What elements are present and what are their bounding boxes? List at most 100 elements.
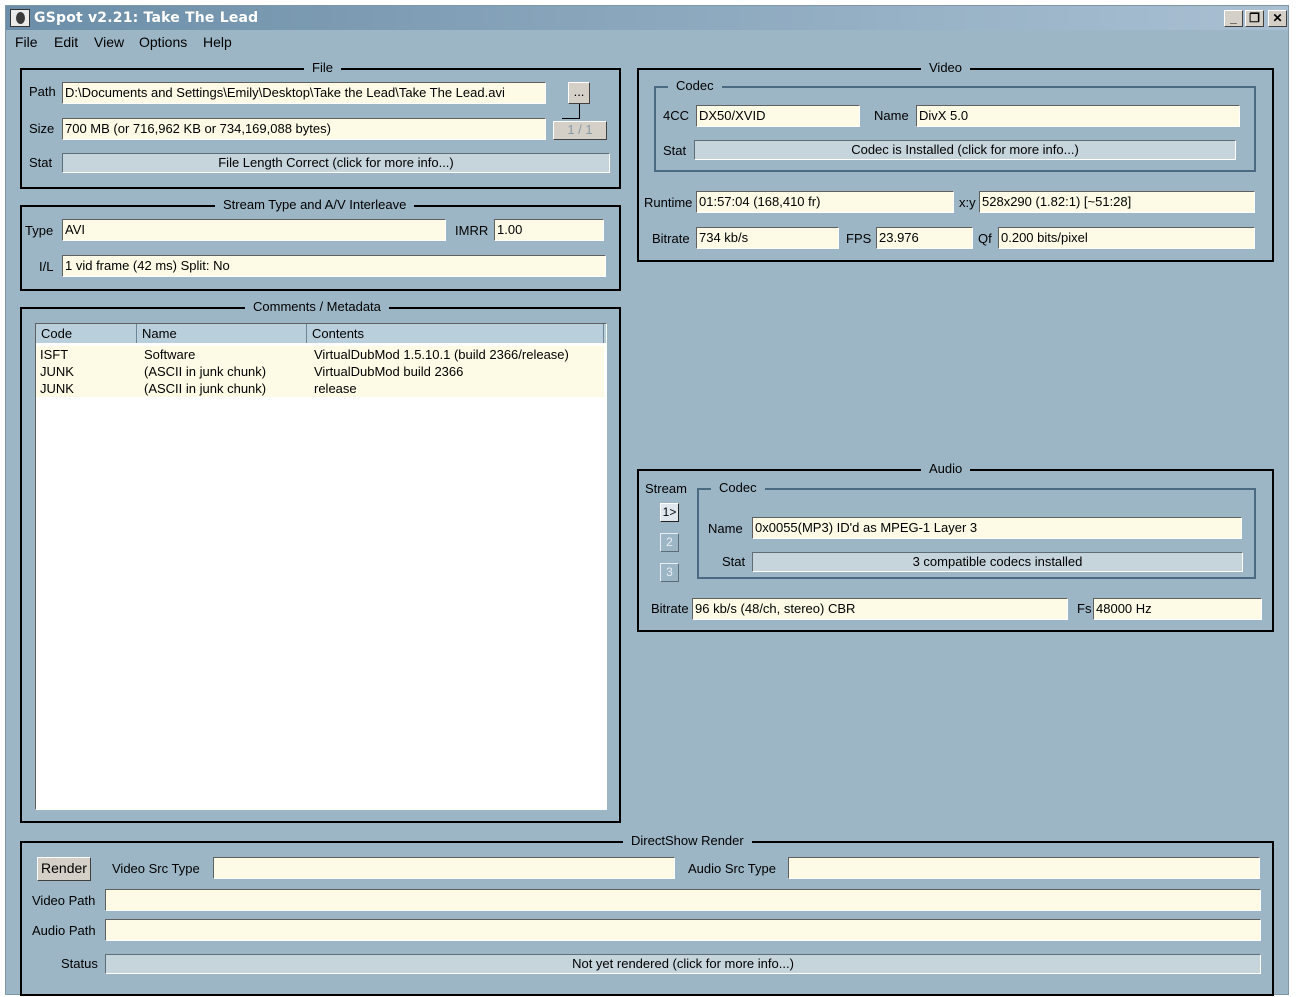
il-label: I/L (39, 259, 54, 274)
fs-label: Fs (1077, 601, 1092, 616)
runtime-label: Runtime (644, 195, 693, 210)
audio-stat-label: Stat (722, 554, 746, 569)
list-header: Code Name Contents (36, 324, 606, 343)
cell-code: JUNK (40, 381, 74, 396)
render-status-button[interactable]: Not yet rendered (click for more info...… (105, 954, 1261, 974)
il-field[interactable]: 1 vid frame (42 ms) Split: No (62, 255, 606, 277)
xy-field[interactable]: 528x290 (1.82:1) [~51:28] (979, 191, 1255, 213)
audio-bitrate-field[interactable]: 96 kb/s (48/ch, stereo) CBR (692, 598, 1068, 620)
column-contents[interactable]: Contents (307, 324, 604, 343)
video-codec-legend: Codec (668, 78, 722, 93)
cell-name: (ASCII in junk chunk) (144, 364, 267, 379)
fps-field[interactable]: 23.976 (876, 227, 973, 249)
type-label: Type (25, 223, 54, 238)
title-bar[interactable]: GSpot v2.21: Take The Lead _ ❐ ✕ (6, 6, 1288, 30)
cell-contents: VirtualDubMod build 2366 (314, 364, 464, 379)
restore-button[interactable]: ❐ (1245, 10, 1264, 27)
cell-contents: release (314, 381, 357, 396)
audio-name-label: Name (708, 521, 743, 536)
comments-group: Comments / Metadata Code Name Contents I… (20, 299, 621, 823)
comments-legend: Comments / Metadata (245, 299, 389, 314)
menu-edit[interactable]: Edit (54, 34, 78, 50)
audio-codec-group: Codec Name 0x0055(MP3) ID'd as MPEG-1 La… (697, 480, 1256, 579)
file-stat-button[interactable]: File Length Correct (click for more info… (62, 153, 610, 173)
size-field[interactable]: 700 MB (or 716,962 KB or 734,169,088 byt… (62, 118, 546, 140)
audio-src-type-field[interactable] (788, 857, 1260, 879)
menu-bar: File Edit View Options Help (6, 32, 1288, 52)
menu-help[interactable]: Help (203, 34, 232, 50)
status-label: Status (61, 956, 98, 971)
audio-path-label: Audio Path (32, 923, 96, 938)
video-name-label: Name (874, 108, 909, 123)
menu-file[interactable]: File (15, 34, 38, 50)
cell-name: (ASCII in junk chunk) (144, 381, 267, 396)
video-path-field[interactable] (105, 889, 1261, 911)
video-bitrate-field[interactable]: 734 kb/s (696, 227, 839, 249)
video-src-type-label: Video Src Type (112, 861, 200, 876)
fourcc-field[interactable]: DX50/XVID (696, 105, 860, 127)
render-button[interactable]: Render (37, 857, 91, 881)
cell-name: Software (144, 347, 196, 362)
imrr-field[interactable]: 1.00 (494, 219, 604, 241)
audio-path-field[interactable] (105, 919, 1261, 941)
menu-options[interactable]: Options (139, 34, 187, 50)
runtime-field[interactable]: 01:57:04 (168,410 fr) (696, 191, 954, 213)
audio-codec-legend: Codec (711, 480, 765, 495)
audio-name-field[interactable]: 0x0055(MP3) ID'd as MPEG-1 Layer 3 (752, 517, 1242, 539)
browse-button[interactable]: ... (568, 82, 590, 104)
path-field[interactable]: D:\Documents and Settings\Emily\Desktop\… (62, 82, 546, 104)
cell-code: JUNK (40, 364, 74, 379)
audio-stream-1-button[interactable]: 1> (660, 503, 679, 522)
list-item[interactable]: JUNK (ASCII in junk chunk) VirtualDubMod… (36, 363, 604, 380)
audio-stream-2-button[interactable]: 2 (660, 533, 679, 552)
path-label: Path (29, 84, 56, 99)
imrr-label: IMRR (455, 223, 489, 238)
directshow-legend: DirectShow Render (623, 833, 752, 848)
audio-src-type-label: Audio Src Type (688, 861, 776, 876)
cell-code: ISFT (40, 347, 69, 362)
video-legend: Video (921, 60, 971, 75)
close-button[interactable]: ✕ (1268, 10, 1287, 27)
list-item[interactable]: JUNK (ASCII in junk chunk) release (36, 380, 604, 397)
app-icon[interactable] (10, 9, 30, 27)
video-stat-button[interactable]: Codec is Installed (click for more info.… (694, 140, 1236, 160)
audio-bitrate-label: Bitrate (651, 601, 689, 616)
video-stat-label: Stat (663, 143, 687, 158)
video-name-field[interactable]: DivX 5.0 (916, 105, 1240, 127)
minimize-button[interactable]: _ (1224, 10, 1243, 27)
video-bitrate-label: Bitrate (652, 231, 690, 246)
audio-stat-button[interactable]: 3 compatible codecs installed (752, 552, 1243, 572)
audio-group: Audio Stream 1> 2 3 Codec Name 0x0055(MP… (637, 461, 1274, 632)
menu-view[interactable]: View (94, 34, 124, 50)
stream-type-group: Stream Type and A/V Interleave Type AVI … (20, 197, 621, 291)
list-item[interactable]: ISFT Software VirtualDubMod 1.5.10.1 (bu… (36, 346, 604, 363)
video-codec-group: Codec 4CC DX50/XVID Name DivX 5.0 Stat C… (654, 78, 1256, 172)
window-title: GSpot v2.21: Take The Lead (34, 10, 259, 26)
metadata-list[interactable]: Code Name Contents ISFT Software Virtual… (35, 323, 607, 810)
column-name[interactable]: Name (137, 324, 307, 343)
column-code[interactable]: Code (36, 324, 137, 343)
file-legend: File (304, 60, 341, 75)
video-src-type-field[interactable] (213, 857, 675, 879)
size-label: Size (29, 121, 55, 136)
audio-legend: Audio (921, 461, 971, 476)
audio-stream-3-button[interactable]: 3 (660, 563, 679, 582)
connector-line (579, 104, 580, 118)
type-field[interactable]: AVI (62, 219, 446, 241)
video-group: Video Codec 4CC DX50/XVID Name DivX 5.0 … (637, 60, 1274, 262)
audio-stream-label: Stream (645, 481, 687, 496)
stream-type-legend: Stream Type and A/V Interleave (215, 197, 415, 212)
qf-label: Qf (978, 231, 992, 246)
qf-field[interactable]: 0.200 bits/pixel (998, 227, 1255, 249)
video-path-label: Video Path (32, 893, 96, 908)
directshow-group: DirectShow Render Render Video Src Type … (20, 833, 1274, 996)
part-button[interactable]: 1 / 1 (553, 121, 607, 140)
xy-label: x:y (959, 195, 976, 210)
gspot-window: GSpot v2.21: Take The Lead _ ❐ ✕ File Ed… (5, 5, 1289, 996)
fps-label: FPS (846, 231, 872, 246)
file-group: File Path D:\Documents and Settings\Emil… (20, 60, 621, 189)
fs-field[interactable]: 48000 Hz (1093, 598, 1262, 620)
cell-contents: VirtualDubMod 1.5.10.1 (build 2366/relea… (314, 347, 569, 362)
file-stat-label: Stat (29, 155, 53, 170)
fourcc-label: 4CC (663, 108, 690, 123)
